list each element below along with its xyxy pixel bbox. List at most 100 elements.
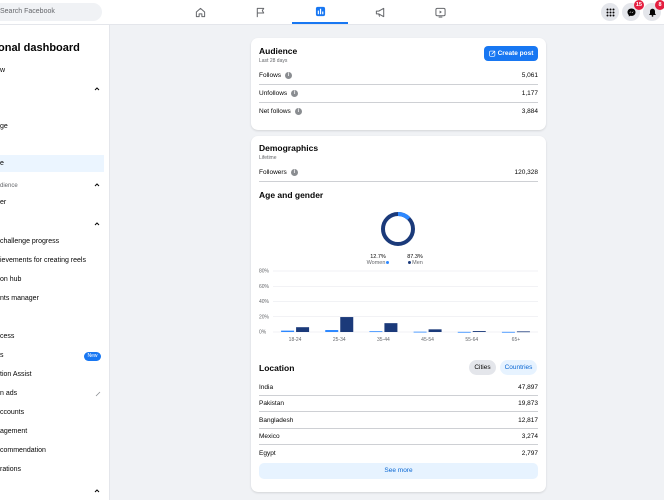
y-tick-label: 20% xyxy=(259,314,270,320)
home-icon xyxy=(195,7,205,17)
info-icon[interactable]: i xyxy=(294,108,302,115)
age-gender-title: Age and gender xyxy=(259,190,324,200)
bar-men-35-44[interactable] xyxy=(384,323,398,332)
sidebar-item-overview[interactable]: w xyxy=(0,62,104,79)
video-icon xyxy=(434,7,446,18)
sidebar-item-label: agement xyxy=(0,428,28,435)
row-label: Follows xyxy=(259,72,282,79)
sidebar-item-management[interactable]: agement xyxy=(0,423,104,440)
location-name: Mexico xyxy=(259,433,280,440)
bell-icon xyxy=(648,8,656,17)
location-row: Pakistan 19,873 xyxy=(259,396,538,412)
row-value: 3,884 xyxy=(521,108,538,115)
location-value: 19,873 xyxy=(518,400,538,407)
nav-video-tab[interactable] xyxy=(412,0,468,24)
row-value: 5,061 xyxy=(521,72,538,79)
row-label: Followers xyxy=(259,169,287,176)
bar-women-65+[interactable] xyxy=(501,331,515,333)
nav-pages-tab[interactable] xyxy=(232,0,288,24)
followers-row: Followers i 120,328 xyxy=(259,165,538,182)
chevron-up-icon[interactable] xyxy=(94,488,100,494)
sidebar-title: onal dashboard xyxy=(0,42,80,54)
bar-chart-icon xyxy=(315,6,325,16)
sidebar-item-manager[interactable]: nts manager xyxy=(0,290,104,307)
messenger-button[interactable]: 15 xyxy=(622,0,644,21)
audience-card: Audience Last 28 days Create post Follow… xyxy=(251,38,546,130)
info-icon[interactable]: i xyxy=(290,169,298,176)
row-value: 1,177 xyxy=(521,90,538,97)
x-tick-label: 18-24 xyxy=(289,337,302,343)
sidebar-item-page[interactable]: ge xyxy=(0,118,104,135)
chevron-up-icon[interactable] xyxy=(94,182,100,188)
bar-women-35-44[interactable] xyxy=(369,331,383,333)
sidebar-item-challenge-progress[interactable]: challenge progress xyxy=(0,233,104,250)
sidebar-item-label: cess xyxy=(0,333,15,340)
bar-women-25-34[interactable] xyxy=(325,330,339,332)
see-more-button[interactable]: See more xyxy=(259,463,538,479)
chevron-up-icon[interactable] xyxy=(94,86,100,92)
sidebar-item-label: ievements for creating reels xyxy=(0,257,86,264)
y-tick-label: 60% xyxy=(259,284,270,290)
nav-home-tab[interactable] xyxy=(172,0,228,24)
external-link-icon xyxy=(95,391,101,397)
location-row: India 47,897 xyxy=(259,380,538,396)
audience-subtitle: Last 28 days xyxy=(259,58,288,64)
info-icon[interactable]: i xyxy=(291,90,299,97)
messenger-icon xyxy=(627,8,635,16)
location-title: Location xyxy=(259,363,295,373)
row-value: 120,328 xyxy=(514,169,539,176)
location-row: Egypt 2,797 xyxy=(259,446,538,462)
demographics-title: Demographics xyxy=(259,143,319,153)
location-value: 47,897 xyxy=(518,384,538,391)
countries-tab[interactable]: Countries xyxy=(500,360,537,375)
chevron-up-icon[interactable] xyxy=(94,221,100,227)
sidebar-item-hub[interactable]: on hub xyxy=(0,271,104,288)
sidebar-item-label: s xyxy=(0,352,4,359)
sidebar-item-ads[interactable]: n ads xyxy=(0,385,104,402)
location-name: Egypt xyxy=(259,450,276,457)
y-tick-label: 0% xyxy=(259,330,267,336)
location-name: Bangladesh xyxy=(259,417,294,424)
location-row: Bangladesh 12,817 xyxy=(259,413,538,429)
sidebar-item-assist[interactable]: tion Assist xyxy=(0,366,104,383)
cities-tab[interactable]: Cities xyxy=(469,360,496,375)
sidebar-item-label: commendation xyxy=(0,447,46,454)
bar-women-55-64[interactable] xyxy=(457,331,471,333)
notifications-button[interactable]: 8 xyxy=(643,0,664,21)
audience-row-follows: Follows i 5,061 xyxy=(259,68,538,85)
search-input[interactable]: Search Facebook xyxy=(0,3,102,21)
sidebar-item-follower[interactable]: er xyxy=(0,194,104,211)
sidebar-item-label: on hub xyxy=(0,276,22,283)
sidebar: onal dashboard w ge e dience er challeng… xyxy=(0,25,110,500)
audience-title: Audience xyxy=(259,46,298,56)
sidebar-item-achievements-reels[interactable]: ievements for creating reels xyxy=(0,252,104,269)
bar-men-65+[interactable] xyxy=(516,331,530,333)
info-icon[interactable]: i xyxy=(285,72,293,79)
bar-women-45-54[interactable] xyxy=(413,331,427,333)
create-post-button[interactable]: Create post xyxy=(484,46,538,61)
x-tick-label: 65+ xyxy=(512,337,521,343)
x-tick-label: 45-54 xyxy=(421,337,434,343)
sidebar-item-label: n ads xyxy=(0,390,18,397)
bar-men-25-34[interactable] xyxy=(340,317,354,332)
sidebar-item-integrations[interactable]: rations xyxy=(0,461,104,478)
audience-row-net-follows: Net follows i 3,884 xyxy=(259,104,538,121)
sidebar-item-accounts[interactable]: ccounts xyxy=(0,404,104,421)
sidebar-item-label: ccounts xyxy=(0,409,25,416)
sidebar-item-access[interactable]: cess xyxy=(0,328,104,345)
demographics-subtitle: Lifetime xyxy=(259,155,277,161)
bar-men-45-54[interactable] xyxy=(428,329,442,332)
sidebar-item-label: er xyxy=(0,199,7,206)
bar-women-18-24[interactable] xyxy=(281,330,295,332)
sidebar-item-recommendation[interactable]: commendation xyxy=(0,442,104,459)
row-label: Net follows xyxy=(259,108,291,115)
bar-men-55-64[interactable] xyxy=(472,331,486,332)
menu-button[interactable] xyxy=(601,3,619,21)
location-name: Pakistan xyxy=(259,400,284,407)
y-tick-label: 80% xyxy=(259,269,270,275)
x-tick-label: 35-44 xyxy=(377,337,390,343)
nav-ads-tab[interactable] xyxy=(352,0,408,24)
nav-insights-tab[interactable] xyxy=(292,0,348,24)
sidebar-item-audience[interactable]: e xyxy=(0,155,104,172)
bar-men-18-24[interactable] xyxy=(296,327,310,332)
